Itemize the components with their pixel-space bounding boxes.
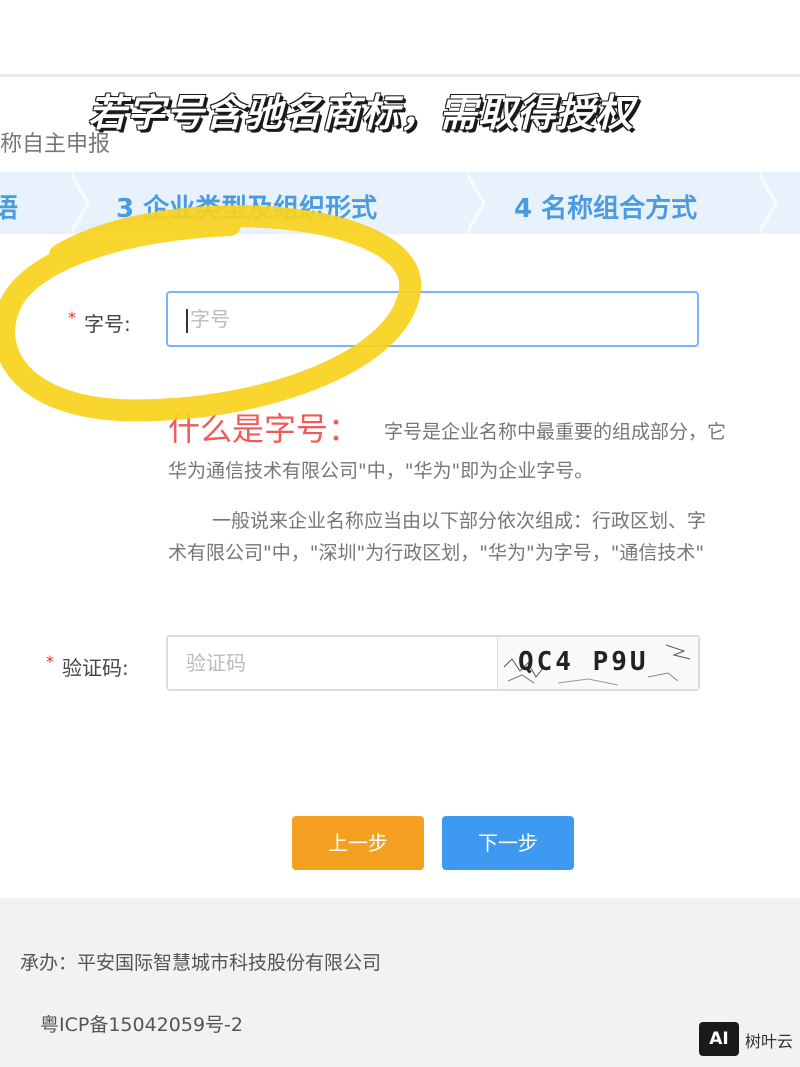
info-text-line: 一般说来企业名称应当由以下部分依次组成：行政区划、字 — [212, 510, 707, 532]
prev-step-button[interactable]: 上一步 — [292, 816, 424, 870]
top-band — [0, 0, 800, 78]
captcha-label-text: 验证码: — [62, 656, 129, 680]
step-separator-inner — [464, 172, 482, 234]
captcha-placeholder: 验证码 — [186, 651, 246, 675]
captcha-code: QC4 P9U — [518, 647, 649, 677]
step-4-label: 4 名称组合方式 — [514, 194, 698, 224]
captcha-label: * 验证码: — [46, 652, 129, 681]
next-step-button[interactable]: 下一步 — [442, 816, 574, 870]
footer: 承办：平安国际智慧城市科技股份有限公司 ) 粤ICP备15042059号-2 — [0, 898, 800, 1067]
info-text-line: 术有限公司"中，"深圳"为行政区划，"华为"为字号，"通信技术" — [168, 542, 705, 564]
top-divider — [0, 74, 800, 77]
watermark-text: 树叶云 — [745, 1032, 794, 1051]
footer-organizer: 承办：平安国际智慧城市科技股份有限公司 — [20, 952, 382, 974]
required-asterisk: * — [46, 652, 54, 671]
overlay-title: 若字号含驰名商标，需取得授权 — [88, 91, 635, 135]
footer-bullet: ) — [0, 1010, 1, 1032]
yellow-highlight-circle — [0, 205, 422, 422]
captcha-image[interactable]: QC4 P9U — [497, 637, 698, 689]
watermark-badge: AI — [699, 1022, 739, 1056]
info-text-line: 华为通信技术有限公司"中，"华为"即为企业字号。 — [168, 460, 594, 482]
step-separator-inner — [756, 172, 774, 234]
footer-icp: 粤ICP备15042059号-2 — [40, 1014, 243, 1036]
